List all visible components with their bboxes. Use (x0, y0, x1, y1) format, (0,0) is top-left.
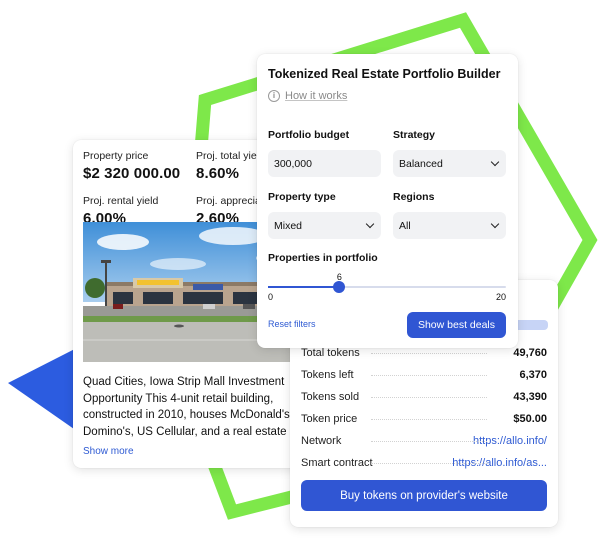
token-row-price: Token price $50.00 (301, 413, 547, 425)
token-row-left: Tokens left 6,370 (301, 369, 547, 381)
property-type-select[interactable]: Mixed (268, 212, 381, 239)
chevron-down-icon (490, 219, 500, 229)
how-it-works-link[interactable]: i How it works (268, 90, 347, 102)
slider-min: 0 (268, 292, 274, 302)
stat-total-yield: Proj. total yield 8.60% (196, 150, 265, 182)
token-rows: Total tokens 49,760 Tokens left 6,370 To… (301, 342, 547, 474)
strategy-label: Strategy (393, 129, 436, 141)
total-yield-value: 8.60% (196, 165, 240, 182)
chevron-down-icon (365, 219, 375, 229)
builder-title: Tokenized Real Estate Portfolio Builder (268, 67, 501, 81)
slider-fill (268, 286, 340, 288)
budget-label: Portfolio budget (268, 129, 350, 141)
strategy-select[interactable]: Balanced (393, 150, 506, 177)
slider-track[interactable] (268, 286, 506, 288)
show-best-deals-button[interactable]: Show best deals (407, 312, 506, 338)
property-price-value: $2 320 000.00 (83, 165, 181, 182)
token-row-network: Network https://allo.info/ (301, 435, 547, 447)
property-type-label: Property type (268, 191, 336, 203)
stat-property-price: Property price $2 320 000.00 (83, 150, 181, 182)
properties-label: Properties in portfolio (268, 252, 378, 264)
reset-filters-link[interactable]: Reset filters (268, 319, 316, 329)
token-row-contract: Smart contract https://allo.info/as... (301, 457, 547, 469)
portfolio-builder-card: Tokenized Real Estate Portfolio Builder … (257, 54, 518, 348)
show-more-link[interactable]: Show more (83, 446, 134, 457)
slider-thumb[interactable] (333, 281, 346, 293)
slider-max: 20 (495, 292, 506, 302)
property-description: Quad Cities, Iowa Strip Mall Investment … (83, 376, 295, 438)
info-icon: i (268, 90, 280, 102)
buy-tokens-button[interactable]: Buy tokens on provider's website (301, 480, 547, 511)
budget-input[interactable] (268, 150, 381, 177)
budget-input-field[interactable] (274, 157, 373, 170)
token-row-sold: Tokens sold 43,390 (301, 391, 547, 403)
chevron-down-icon (490, 157, 500, 167)
regions-select[interactable]: All (393, 212, 506, 239)
regions-label: Regions (393, 191, 435, 203)
